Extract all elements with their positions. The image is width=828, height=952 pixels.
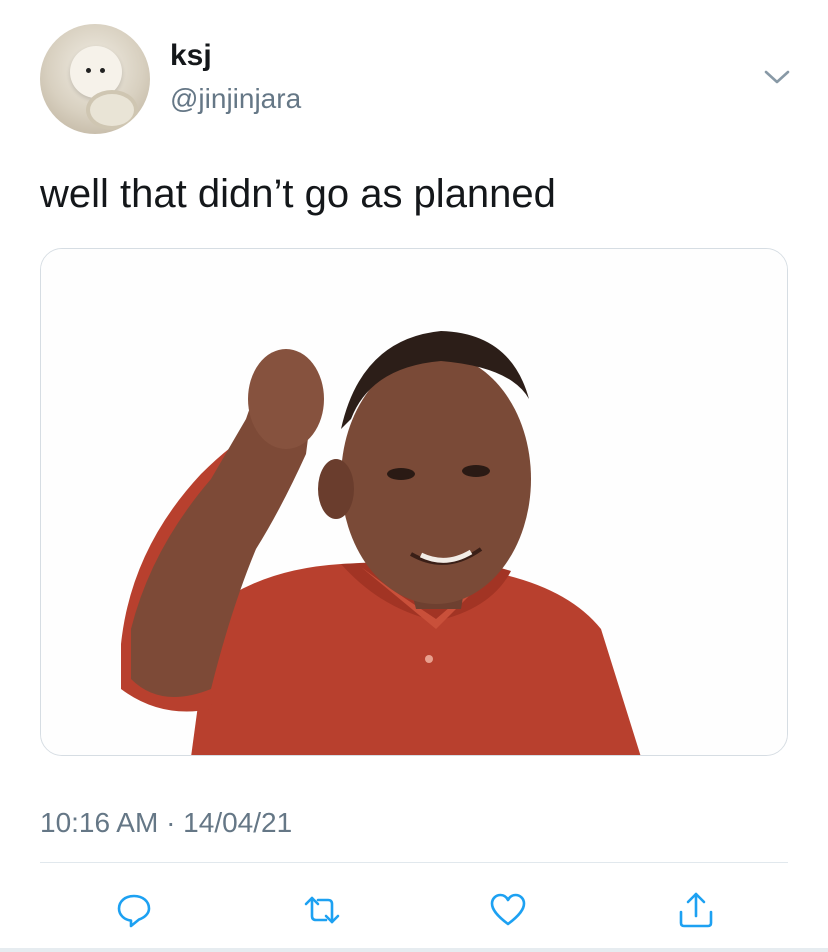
divider xyxy=(40,862,788,863)
tweet-media-image[interactable] xyxy=(40,248,788,756)
bottom-edge xyxy=(0,948,828,952)
avatar[interactable] xyxy=(40,24,150,134)
chevron-down-icon[interactable] xyxy=(762,62,792,92)
avatar-eye xyxy=(86,68,91,73)
display-name[interactable]: ksj xyxy=(170,38,212,74)
retweet-icon[interactable] xyxy=(298,886,346,934)
heart-icon[interactable] xyxy=(484,886,532,934)
share-icon[interactable] xyxy=(672,886,720,934)
reply-icon[interactable] xyxy=(110,886,158,934)
photo-boy-scratching-head xyxy=(41,249,787,755)
tweet-timestamp: 10:16 AM · 14/04/21 xyxy=(40,807,293,838)
user-handle[interactable]: @jinjinjara xyxy=(170,82,301,116)
avatar-cup xyxy=(86,90,138,130)
avatar-eye xyxy=(100,68,105,73)
tweet-action-bar xyxy=(0,880,828,940)
tweet-text: well that didn’t go as planned xyxy=(40,172,556,216)
